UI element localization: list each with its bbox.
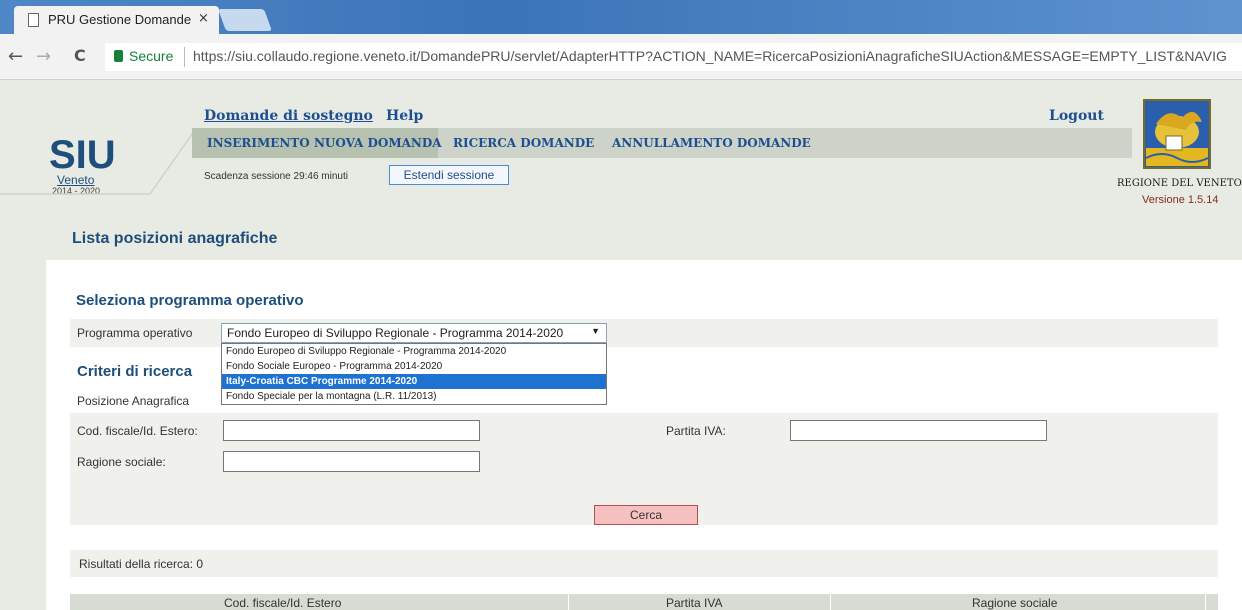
section-title-criteri: Criteri di ricerca — [77, 363, 193, 380]
dropdown-option[interactable]: Fondo Sociale Europeo - Programma 2014-2… — [222, 359, 606, 374]
help-link[interactable]: Help — [386, 108, 423, 124]
column-header-partita-iva[interactable]: Partita IVA — [666, 596, 722, 610]
column-header-cod-fiscale[interactable]: Cod. fiscale/Id. Estero — [224, 596, 341, 610]
results-count: Risultati della ricerca: 0 — [79, 557, 204, 571]
url-text: https://siu.collaudo.regione.veneto.it/D… — [193, 48, 1227, 64]
domande-di-sostegno-link[interactable]: Domande di sostegno — [204, 108, 373, 124]
partita-iva-input[interactable] — [790, 420, 1047, 441]
programma-label: Programma operativo — [77, 326, 193, 340]
regione-label: REGIONE DEL VENETO — [1117, 178, 1242, 189]
extend-session-button[interactable]: Estendi sessione — [389, 165, 509, 185]
programma-select[interactable]: Fondo Europeo di Sviluppo Regionale - Pr… — [221, 323, 607, 343]
main-panel: Seleziona programma operativo Programma … — [46, 260, 1242, 610]
tab-title: PRU Gestione Domande — [48, 12, 192, 27]
document-icon — [28, 13, 39, 27]
dropdown-option-highlighted[interactable]: Italy-Croatia CBC Programme 2014-2020 — [222, 374, 606, 389]
regione-veneto-crest-icon — [1143, 99, 1211, 169]
session-timer: Scadenza sessione 29:46 minuti — [204, 171, 348, 182]
browser-tab[interactable]: PRU Gestione Domande × — [14, 6, 219, 34]
programma-selected-value: Fondo Europeo di Sviluppo Regionale - Pr… — [227, 326, 564, 340]
menu-ricerca[interactable]: RICERCA DOMANDE — [453, 136, 594, 150]
tab-close-icon[interactable]: × — [198, 11, 209, 26]
version-label: Versione 1.5.14 — [1142, 194, 1219, 206]
column-header-ragione-sociale[interactable]: Ragione sociale — [972, 596, 1057, 610]
dropdown-arrow-icon: ▼ — [591, 326, 600, 336]
app-area: SIU Veneto 2014 - 2020 Domande di sosteg… — [0, 80, 1242, 610]
cod-fiscale-label: Cod. fiscale/Id. Estero: — [77, 424, 198, 438]
menu-inserimento[interactable]: INSERIMENTO NUOVA DOMANDA — [207, 136, 442, 150]
dropdown-option[interactable]: Fondo Europeo di Sviluppo Regionale - Pr… — [222, 344, 606, 359]
column-divider — [830, 594, 831, 610]
partita-iva-label: Partita IVA: — [666, 424, 726, 438]
ragione-sociale-label: Ragione sociale: — [77, 455, 166, 469]
header-swoosh — [0, 129, 196, 195]
logout-link[interactable]: Logout — [1049, 108, 1104, 124]
column-divider — [568, 594, 569, 610]
page-title: Lista posizioni anagrafiche — [72, 230, 278, 247]
column-divider — [1205, 594, 1206, 610]
programma-dropdown-list: Fondo Europeo di Sviluppo Regionale - Pr… — [221, 343, 607, 405]
browser-tab-bar: PRU Gestione Domande × — [0, 0, 1242, 34]
cod-fiscale-input[interactable] — [223, 420, 480, 441]
results-bar: Risultati della ricerca: 0 — [70, 550, 1218, 577]
address-bar: ← → C Secure https://siu.collaudo.region… — [0, 34, 1242, 80]
separator — [184, 47, 185, 67]
forward-arrow-icon[interactable]: → — [36, 46, 51, 67]
dropdown-option[interactable]: Fondo Speciale per la montagna (L.R. 11/… — [222, 389, 606, 404]
new-tab-button[interactable] — [217, 9, 273, 31]
ragione-sociale-input[interactable] — [223, 451, 480, 472]
lock-icon — [114, 50, 123, 62]
url-field[interactable]: Secure https://siu.collaudo.regione.vene… — [105, 43, 1242, 71]
results-table-header: Cod. fiscale/Id. Estero Partita IVA Ragi… — [70, 594, 1218, 610]
posizione-anagrafica-label: Posizione Anagrafica — [77, 394, 190, 408]
reload-icon[interactable]: C — [74, 46, 86, 65]
menu-annullamento[interactable]: ANNULLAMENTO DOMANDE — [612, 136, 811, 150]
secure-label: Secure — [129, 48, 174, 64]
back-arrow-icon[interactable]: ← — [8, 46, 23, 67]
search-button[interactable]: Cerca — [594, 505, 698, 525]
section-title-programma: Seleziona programma operativo — [76, 292, 304, 309]
